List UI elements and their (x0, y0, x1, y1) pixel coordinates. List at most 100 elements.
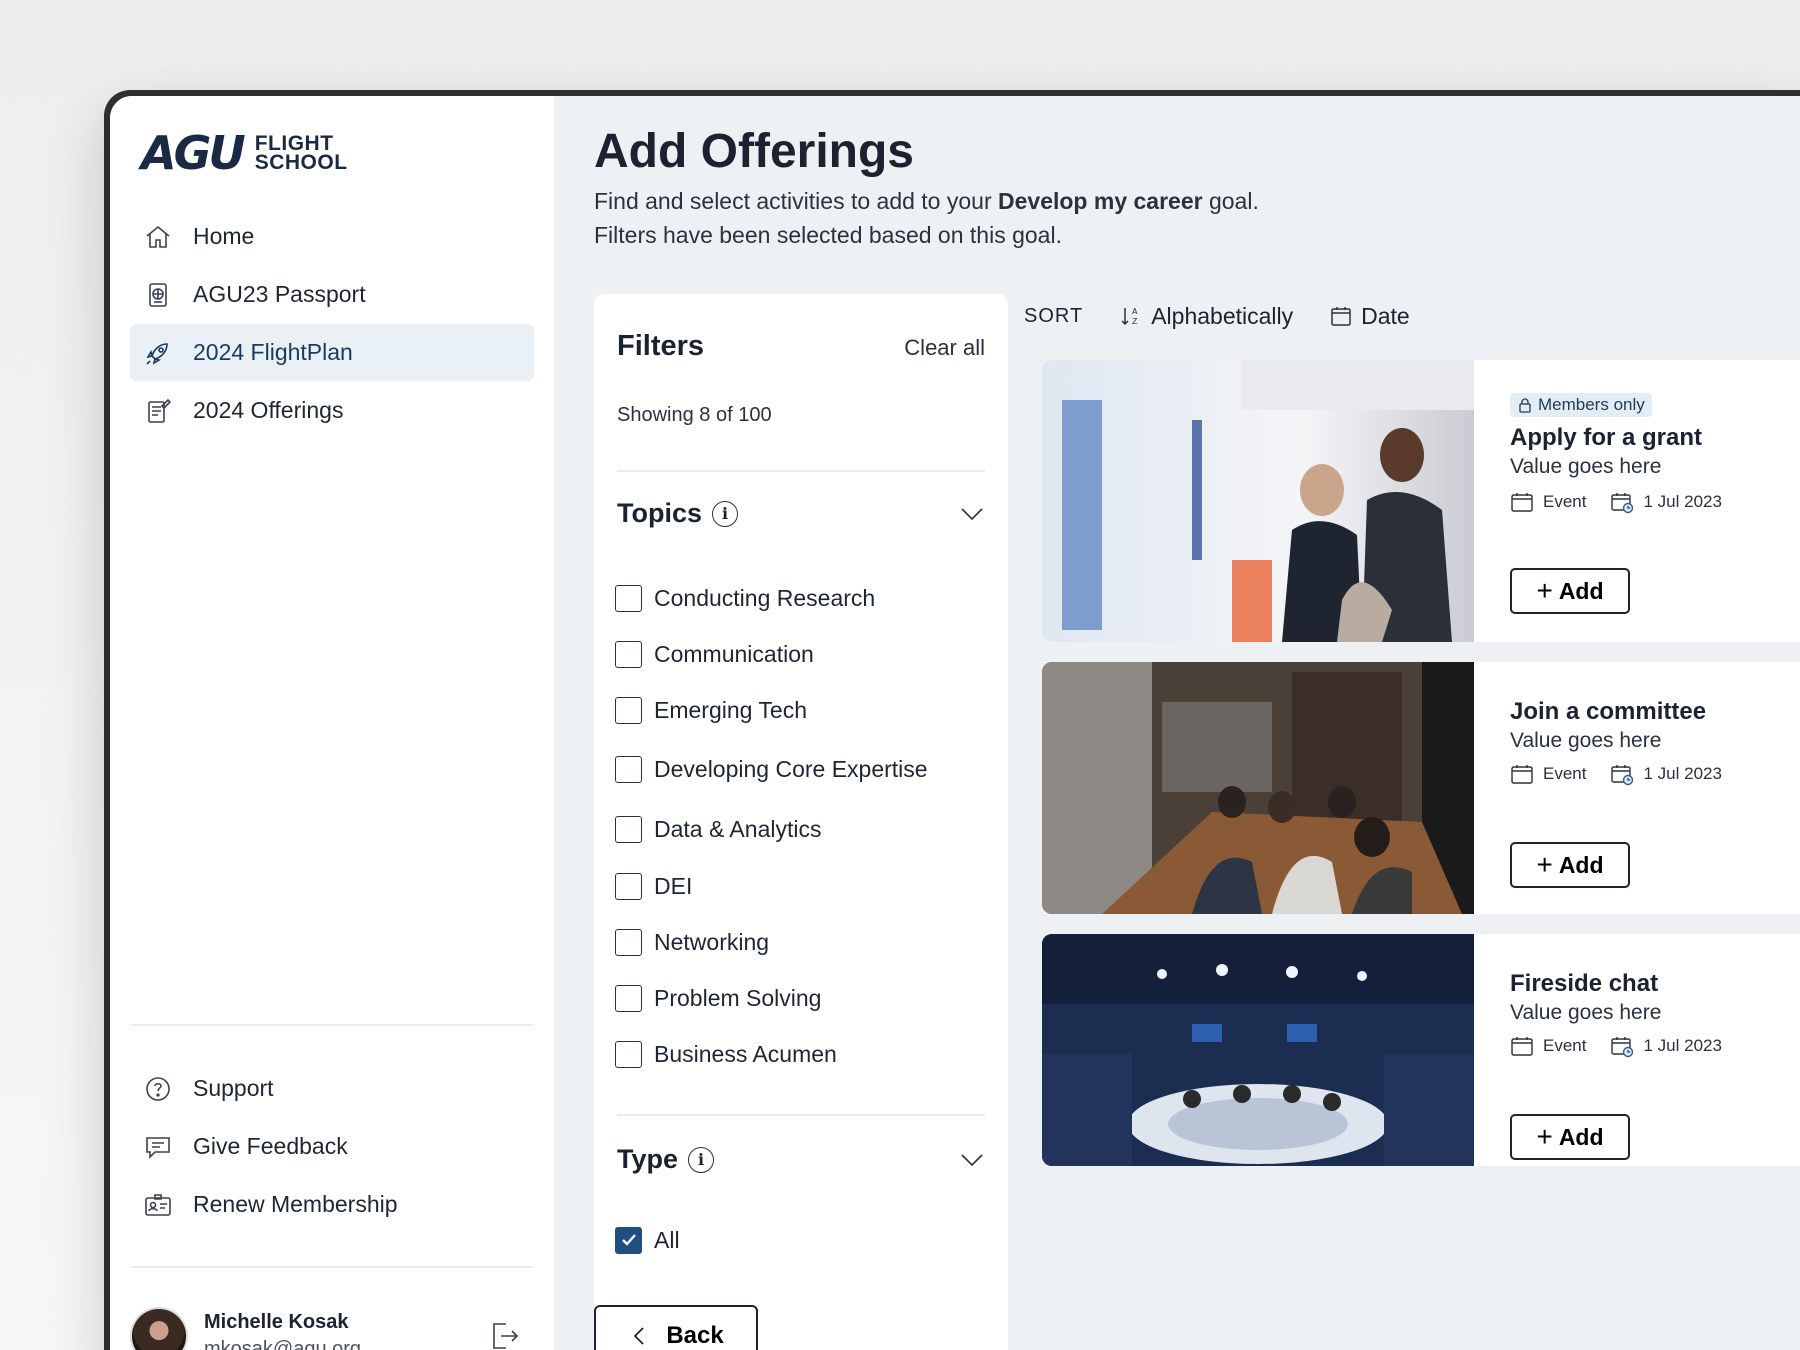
add-button[interactable]: + Add (1510, 1114, 1630, 1160)
checkbox-label: DEI (654, 872, 693, 899)
type-checkbox-row[interactable]: All (615, 1212, 680, 1268)
sidebar-item-passport[interactable]: AGU23 Passport (130, 266, 534, 323)
topics-header[interactable]: Topics i (617, 498, 985, 529)
info-icon[interactable]: i (688, 1146, 715, 1173)
offering-value: Value goes here (1510, 1001, 1662, 1024)
secondary-nav: Support Give Feedback Renew Membership (130, 1060, 534, 1234)
avatar[interactable] (130, 1307, 188, 1350)
checkbox[interactable] (615, 755, 642, 783)
id-card-icon (143, 1190, 173, 1220)
meta-date-label: 1 Jul 2023 (1643, 492, 1722, 511)
main-content: Add Offerings Find and select activities… (554, 96, 1800, 1350)
chevron-down-icon[interactable] (959, 1147, 985, 1173)
checkbox[interactable] (615, 984, 642, 1012)
checkbox[interactable] (615, 640, 642, 668)
desc-text-end: goal. (1202, 188, 1259, 214)
sidebar: AGU FLIGHT SCHOOL Home AGU23 Passport 20… (110, 96, 554, 1350)
topics-title: Topics i (617, 498, 739, 529)
offering-title: Apply for a grant (1510, 424, 1703, 451)
filters-divider (617, 470, 985, 472)
offering-image (1042, 360, 1474, 642)
sidebar-item-feedback[interactable]: Give Feedback (130, 1118, 534, 1175)
meta-type: Event (1510, 490, 1586, 514)
chevron-down-icon[interactable] (959, 501, 985, 527)
checkbox-label: Problem Solving (654, 984, 822, 1011)
clear-all-button[interactable]: Clear all (904, 335, 985, 361)
topic-checkbox-row[interactable]: Data & Analytics (615, 800, 928, 858)
topic-checkbox-row[interactable]: DEI (615, 858, 928, 914)
checkbox-label: Conducting Research (654, 584, 876, 611)
meta-type-label: Event (1543, 1036, 1587, 1055)
meta-date: 1 Jul 2023 (1610, 1034, 1722, 1058)
sort-az-icon: AZ (1121, 307, 1138, 326)
offering-title: Fireside chat (1510, 970, 1659, 997)
offering-details: Join a committee Value goes here Event 1… (1510, 662, 1800, 914)
logo-mark: AGU (141, 126, 246, 180)
results-count: Showing 8 of 100 (617, 404, 772, 426)
back-button[interactable]: Back (594, 1305, 758, 1350)
offering-card[interactable]: Join a committee Value goes here Event 1… (1042, 662, 1800, 914)
calendar-clock-icon (1611, 765, 1634, 786)
sidebar-item-offerings[interactable]: 2024 Offerings (130, 382, 534, 439)
offering-meta: Event 1 Jul 2023 (1510, 762, 1746, 786)
passport-icon (143, 280, 173, 310)
goal-name: Develop my career (998, 188, 1203, 214)
sidebar-item-label: Home (193, 223, 255, 249)
desc-line-2: Filters have been selected based on this… (594, 222, 1062, 248)
logout-icon[interactable] (488, 1319, 522, 1350)
checkbox[interactable] (615, 928, 642, 956)
sidebar-item-label: 2024 Offerings (193, 397, 344, 423)
add-button[interactable]: + Add (1510, 842, 1630, 888)
info-icon[interactable]: i (712, 500, 739, 527)
calendar-icon (1511, 765, 1533, 784)
sort-alphabetically-button[interactable]: AZ Alphabetically (1119, 303, 1293, 330)
sort-date-button[interactable]: Date (1329, 303, 1410, 330)
topic-checkbox-row[interactable]: Conducting Research (615, 570, 928, 626)
topic-checkbox-row[interactable]: Business Acumen (615, 1026, 928, 1082)
sidebar-item-label: Give Feedback (193, 1133, 348, 1159)
offering-image (1042, 934, 1474, 1166)
checkbox-label: Business Acumen (654, 1040, 837, 1067)
svg-text:Z: Z (1132, 317, 1138, 326)
sidebar-item-label: 2024 FlightPlan (193, 339, 353, 365)
checkbox[interactable] (615, 1040, 642, 1068)
topic-checkbox-row[interactable]: Developing Core Expertise (615, 738, 928, 800)
sidebar-divider (130, 1266, 534, 1268)
sidebar-item-flightplan[interactable]: 2024 FlightPlan (130, 324, 534, 381)
checkbox[interactable] (615, 815, 642, 843)
type-title: Type i (617, 1144, 715, 1175)
chevron-left-icon (634, 1327, 644, 1345)
type-header[interactable]: Type i (617, 1144, 985, 1175)
main-nav: Home AGU23 Passport 2024 FlightPlan 2024… (130, 208, 534, 440)
sidebar-item-label: Support (193, 1075, 274, 1101)
sidebar-item-home[interactable]: Home (130, 208, 534, 265)
sidebar-item-renew[interactable]: Renew Membership (130, 1176, 534, 1233)
checkbox[interactable] (615, 584, 642, 612)
calendar-icon (1511, 1037, 1533, 1056)
offering-value: Value goes here (1510, 455, 1662, 478)
page-title: Add Offerings (594, 125, 914, 178)
app-screen: AGU FLIGHT SCHOOL Home AGU23 Passport 20… (110, 96, 1800, 1350)
user-info: Michelle Kosak mkosak@agu.org (204, 1311, 488, 1350)
check-icon (621, 1234, 636, 1246)
topic-checkbox-row[interactable]: Emerging Tech (615, 682, 928, 738)
checkbox[interactable] (615, 696, 642, 724)
topic-checkbox-row[interactable]: Problem Solving (615, 970, 928, 1026)
checkbox[interactable] (615, 872, 642, 900)
device-frame: AGU FLIGHT SCHOOL Home AGU23 Passport 20… (104, 90, 1800, 1350)
type-label: Type (617, 1144, 679, 1174)
offering-card[interactable]: Fireside chat Value goes here Event 1 Ju… (1042, 934, 1800, 1166)
sidebar-item-support[interactable]: Support (130, 1060, 534, 1117)
meta-type: Event (1510, 1034, 1586, 1058)
calendar-clock-icon (1611, 1037, 1634, 1058)
logo[interactable]: AGU FLIGHT SCHOOL (141, 126, 348, 180)
checkbox-checked[interactable] (615, 1226, 642, 1254)
back-button-label: Back (666, 1322, 724, 1349)
user-email: mkosak@agu.org (204, 1338, 362, 1350)
topic-checkbox-row[interactable]: Communication (615, 626, 928, 682)
topic-checkbox-row[interactable]: Networking (615, 914, 928, 970)
add-button[interactable]: + Add (1510, 568, 1630, 614)
offering-card[interactable]: Members only Apply for a grant Value goe… (1042, 360, 1800, 642)
plus-icon: + (1536, 849, 1553, 880)
meta-date: 1 Jul 2023 (1610, 490, 1722, 514)
